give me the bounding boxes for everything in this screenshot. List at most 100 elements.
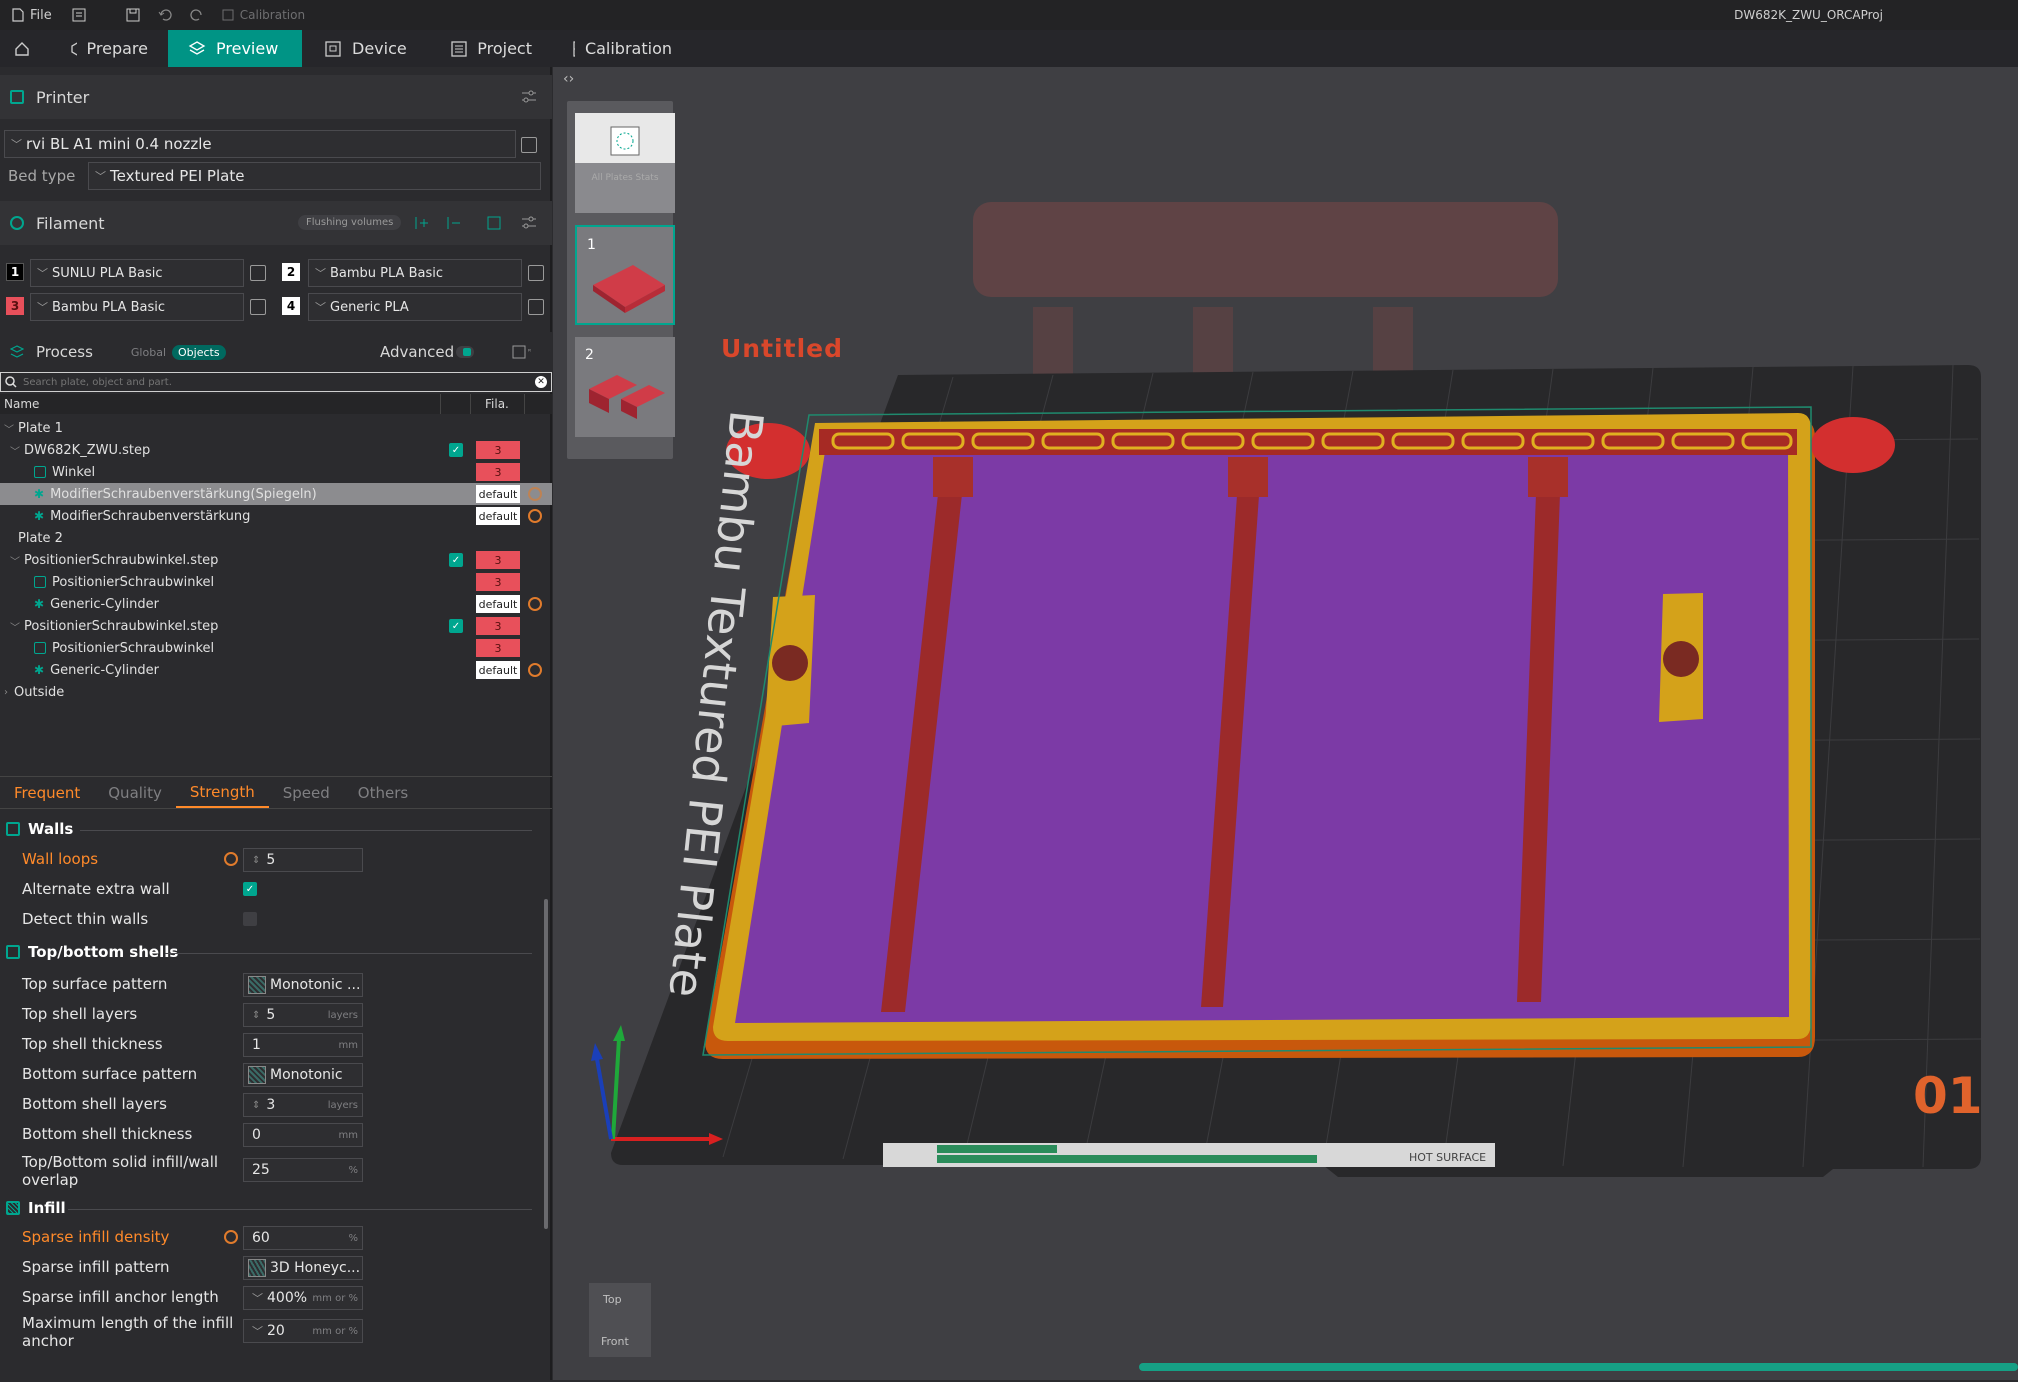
view-cube-front[interactable]: Front [601, 1335, 629, 1348]
flushing-volumes-button[interactable]: Flushing volumes [298, 215, 402, 230]
edit-filament-3-icon[interactable] [250, 299, 266, 315]
wall-loops-input[interactable]: ⇕ 5 [243, 848, 363, 872]
remove-filament-icon[interactable] [444, 215, 462, 231]
filament-section-header[interactable]: Filament Flushing volumes [0, 201, 552, 245]
tree-object-positionier-2[interactable]: ﹀ PositionierSchraubwinkel.step ✓ 3 [0, 615, 552, 637]
edit-printer-icon[interactable] [521, 137, 537, 153]
filament-badge[interactable]: 3 [476, 441, 520, 459]
undo-icon[interactable] [158, 8, 172, 22]
objects-toggle[interactable]: Objects [172, 344, 226, 360]
tab-preview[interactable]: Preview [168, 30, 302, 67]
modified-settings-icon[interactable] [528, 663, 542, 677]
chevron-down-icon[interactable]: ﹀ [252, 1323, 263, 1339]
reset-icon[interactable] [224, 1230, 238, 1244]
menu-icon[interactable] [72, 8, 86, 22]
bed-type-select[interactable]: ﹀ Textured PEI Plate [88, 162, 541, 190]
top-surface-pattern-select[interactable]: Monotonic ... [243, 973, 363, 997]
modified-settings-icon[interactable] [528, 597, 542, 611]
tab-prepare[interactable]: Prepare [50, 30, 168, 67]
object-search-input[interactable] [23, 376, 503, 388]
printer-preset-select[interactable]: ﹀ rvi BL A1 mini 0.4 nozzle [4, 130, 516, 158]
filament-4-color-swatch[interactable]: 4 [282, 297, 300, 315]
filament-badge[interactable]: default [476, 485, 520, 503]
tab-frequent[interactable]: Frequent [0, 784, 94, 802]
tree-part-positionier-1[interactable]: PositionierSchraubwinkel 3 [0, 571, 552, 593]
file-menu[interactable]: File [12, 8, 52, 23]
edit-filament-4-icon[interactable] [528, 299, 544, 315]
tree-modifier-mirrored[interactable]: ✱ ModifierSchraubenverstärkung(Spiegeln) … [0, 483, 552, 505]
tree-object-positionier-1[interactable]: ﹀ PositionierSchraubwinkel.step ✓ 3 [0, 549, 552, 571]
stepper-icon[interactable]: ⇕ [252, 855, 260, 866]
filament-2-color-swatch[interactable]: 2 [282, 263, 300, 281]
redo-icon[interactable] [190, 8, 204, 22]
home-button[interactable] [0, 30, 30, 67]
tab-others[interactable]: Others [344, 784, 422, 802]
filament-badge[interactable]: 3 [476, 639, 520, 657]
printable-checkbox[interactable]: ✓ [449, 553, 463, 567]
chevron-down-icon[interactable]: ﹀ [252, 1290, 263, 1306]
object-search-box[interactable]: ✕ [0, 372, 552, 392]
3d-viewport[interactable]: ‹› All Plates Stats 1 2 Bambu Textured P… [553, 67, 2018, 1380]
filament-badge[interactable]: default [476, 661, 520, 679]
build-plate-scene[interactable]: Bambu Textured PEI Plate HOT SURFACE [553, 67, 2018, 1380]
filament-1-color-swatch[interactable]: 1 [6, 263, 24, 281]
edit-filament-1-icon[interactable] [250, 265, 266, 281]
modified-settings-icon[interactable] [528, 509, 542, 523]
filament-badge[interactable]: 3 [476, 551, 520, 569]
printable-checkbox[interactable]: ✓ [449, 619, 463, 633]
top-shell-layers-input[interactable]: ⇕ 5 layers [243, 1003, 363, 1027]
tree-cylinder-1[interactable]: ✱ Generic-Cylinder default [0, 593, 552, 615]
tree-outside[interactable]: › Outside [0, 681, 552, 703]
filament-badge[interactable]: default [476, 507, 520, 525]
filament-1-select[interactable]: ﹀ SUNLU PLA Basic [30, 259, 244, 287]
tab-quality[interactable]: Quality [94, 784, 176, 802]
tree-modifier[interactable]: ✱ ModifierSchraubenverstärkung default [0, 505, 552, 527]
filament-badge[interactable]: 3 [476, 463, 520, 481]
stepper-icon[interactable]: ⇕ [252, 1100, 260, 1111]
tree-object-dw682k[interactable]: ﹀ DW682K_ZWU.step ✓ 3 [0, 439, 552, 461]
global-toggle[interactable]: Global [131, 346, 166, 359]
printable-checkbox[interactable]: ✓ [449, 443, 463, 457]
filament-badge[interactable]: default [476, 595, 520, 613]
tab-calibration[interactable]: Calibration [552, 30, 692, 67]
sync-filament-icon[interactable] [486, 215, 504, 231]
bottom-shell-layers-input[interactable]: ⇕ 3 layers [243, 1093, 363, 1117]
tree-part-winkel[interactable]: Winkel 3 [0, 461, 552, 483]
sparse-infill-density-input[interactable]: 60% [243, 1226, 363, 1250]
tab-strength[interactable]: Strength [175, 778, 269, 808]
clear-search-icon[interactable]: ✕ [535, 376, 547, 388]
add-filament-icon[interactable] [412, 215, 430, 231]
filament-3-color-swatch[interactable]: 3 [6, 297, 24, 315]
view-cube-top[interactable]: Top [603, 1293, 622, 1306]
tab-device[interactable]: Device [304, 30, 430, 67]
stepper-icon[interactable]: ⇕ [252, 1010, 260, 1021]
filament-4-select[interactable]: ﹀ Generic PLA [308, 293, 522, 321]
reset-icon[interactable] [224, 852, 238, 866]
sparse-infill-anchor-input[interactable]: ﹀ 400% mm or % [243, 1286, 363, 1310]
detect-thin-walls-checkbox[interactable] [243, 912, 257, 926]
process-compare-icon[interactable]: ᴿ [512, 344, 542, 360]
filament-settings-icon[interactable] [520, 215, 538, 231]
layer-slider-track[interactable] [1139, 1363, 2018, 1371]
bottom-shell-thickness-input[interactable]: 0 mm [243, 1123, 363, 1147]
edit-filament-2-icon[interactable] [528, 265, 544, 281]
sparse-infill-pattern-select[interactable]: 3D Honeyc... [243, 1256, 363, 1280]
filament-badge[interactable]: 3 [476, 573, 520, 591]
view-cube[interactable]: Top Front [589, 1283, 651, 1357]
max-anchor-input[interactable]: ﹀ 20 mm or % [243, 1319, 363, 1343]
save-icon[interactable] [126, 8, 140, 22]
tree-cylinder-2[interactable]: ✱ Generic-Cylinder default [0, 659, 552, 681]
printer-section-header[interactable]: Printer [0, 75, 552, 119]
calibration-shortcut[interactable]: Calibration [222, 8, 305, 22]
tree-plate-1[interactable]: ﹀ Plate 1 [0, 417, 552, 439]
tab-speed[interactable]: Speed [269, 784, 344, 802]
tree-part-positionier-2[interactable]: PositionierSchraubwinkel 3 [0, 637, 552, 659]
top-shell-thickness-input[interactable]: 1 mm [243, 1033, 363, 1057]
filament-badge[interactable]: 3 [476, 617, 520, 635]
advanced-toggle[interactable] [456, 346, 474, 358]
filament-3-select[interactable]: ﹀ Bambu PLA Basic [30, 293, 244, 321]
modified-settings-icon[interactable] [528, 487, 542, 501]
bottom-surface-pattern-select[interactable]: Monotonic [243, 1063, 363, 1087]
plate-name-label[interactable]: Untitled [721, 334, 843, 363]
tree-plate-2[interactable]: Plate 2 [0, 527, 552, 549]
